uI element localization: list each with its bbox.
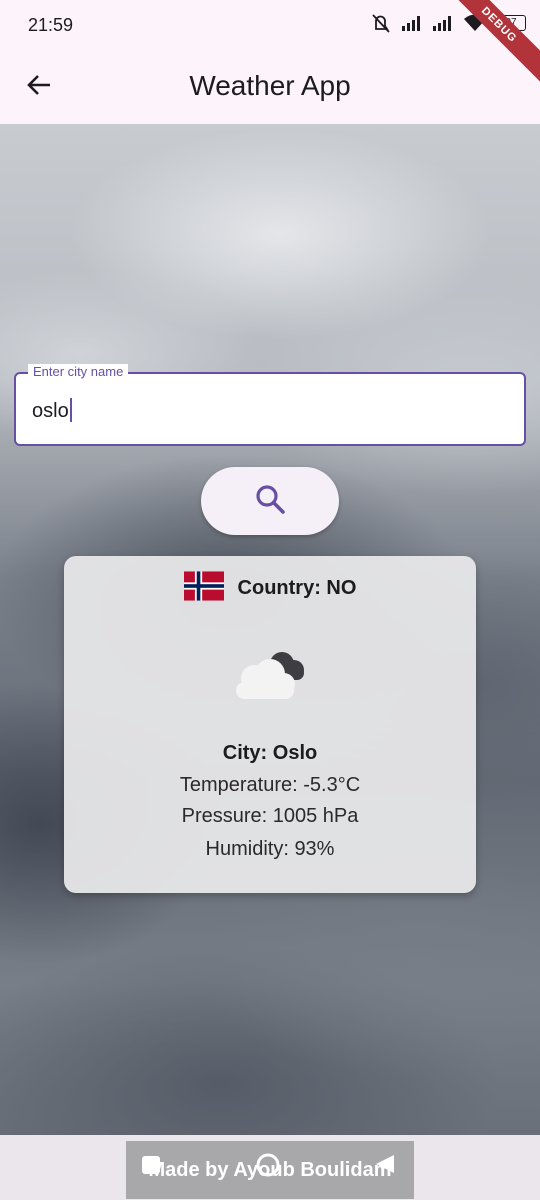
mute-icon <box>370 12 392 34</box>
temperature-label: Temperature: -5.3°C <box>179 774 361 796</box>
country-row: Country: NO <box>64 571 476 606</box>
weather-card: Country: NO City: Oslo Temperature: -5.3… <box>64 556 476 893</box>
city-input-value[interactable]: oslo <box>32 398 72 423</box>
signal-icon <box>401 15 423 31</box>
app-bar: Weather App <box>0 52 540 124</box>
footer: Made by Ayoub Boulidam <box>0 1135 540 1200</box>
city-input-label: Enter city name <box>28 364 129 380</box>
country-label: Country: NO <box>237 577 357 599</box>
city-label: City: Oslo <box>222 742 318 764</box>
text-caret <box>69 398 72 422</box>
norway-flag-icon <box>183 571 224 606</box>
signal-icon <box>432 15 454 31</box>
status-bar: 21:59 97 <box>0 0 540 52</box>
search-icon <box>253 482 287 521</box>
city-input[interactable]: Enter city name oslo <box>14 364 526 446</box>
square-icon[interactable] <box>141 1155 161 1180</box>
cloud-icon <box>228 642 312 707</box>
city-input-text: oslo <box>32 400 69 422</box>
status-time: 21:59 <box>28 15 74 35</box>
page-title: Weather App <box>189 70 351 101</box>
circle-icon[interactable] <box>255 1152 281 1183</box>
triangle-back-icon[interactable] <box>374 1153 396 1180</box>
humidity-label: Humidity: 93% <box>205 838 335 860</box>
search-button[interactable] <box>201 467 339 535</box>
pressure-label: Pressure: 1005 hPa <box>181 805 359 827</box>
